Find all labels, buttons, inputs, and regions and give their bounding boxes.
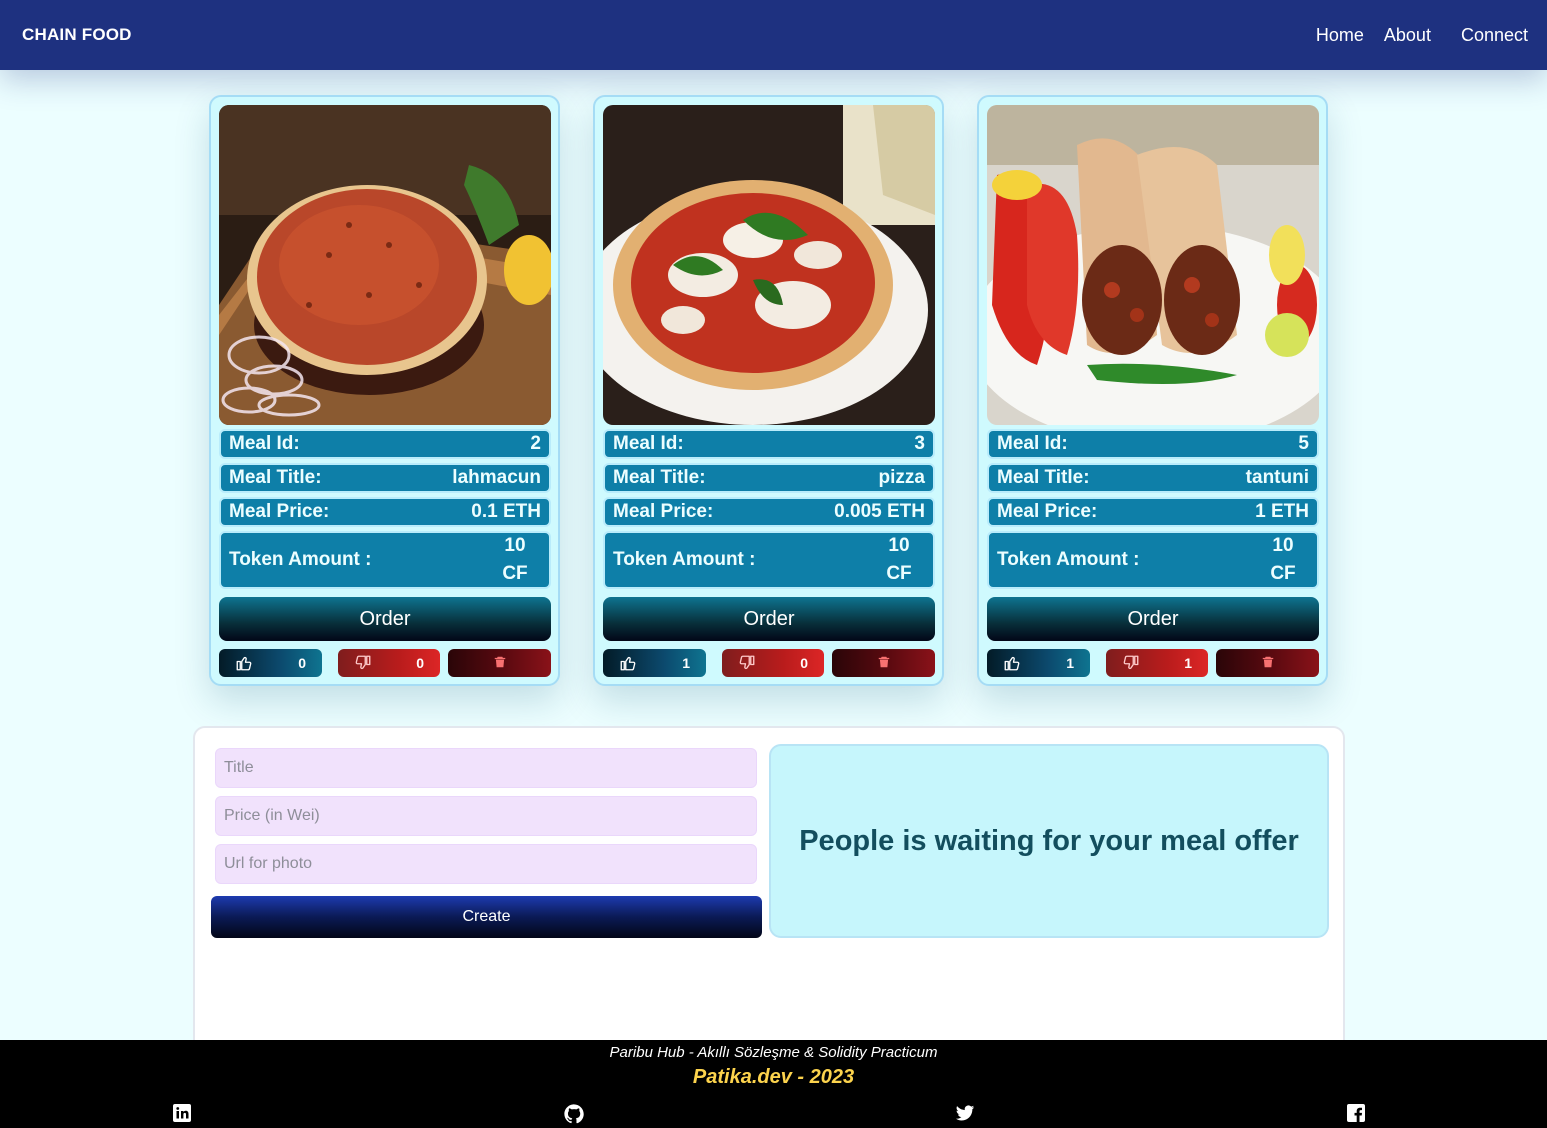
thumbs-down-icon	[736, 652, 758, 674]
create-button[interactable]: Create	[211, 896, 762, 938]
meal-title-label: Meal Title:	[229, 467, 322, 488]
token-amount-unit: CF	[502, 563, 528, 584]
like-count: 0	[298, 655, 306, 671]
meal-price-row: Meal Price: 0.005 ETH	[603, 497, 935, 527]
meal-title-row: Meal Title: tantuni	[987, 463, 1319, 493]
dislike-count: 1	[1184, 655, 1192, 671]
like-button[interactable]: 1	[987, 649, 1090, 677]
token-amount-unit: CF	[886, 563, 912, 584]
like-count: 1	[1066, 655, 1074, 671]
token-amount-label: Token Amount :	[229, 549, 372, 570]
token-amount-number: 10	[1272, 535, 1294, 556]
token-amount-row: Token Amount : 10 CF	[603, 531, 935, 589]
connect-button[interactable]: Connect	[1461, 25, 1528, 46]
tantuni-photo	[987, 105, 1319, 425]
meal-card: Meal Id: 2 Meal Title: lahmacun Meal Pri…	[209, 95, 560, 686]
dislike-button[interactable]: 1	[1106, 649, 1208, 677]
token-amount-value: 10 CF	[879, 532, 919, 588]
meal-id-row: Meal Id: 3	[603, 429, 935, 459]
meal-title-label: Meal Title:	[997, 467, 1090, 488]
delete-button[interactable]	[832, 649, 935, 677]
meal-card: Meal Id: 3 Meal Title: pizza Meal Price:…	[593, 95, 944, 686]
dislike-count: 0	[416, 655, 424, 671]
thumbs-down-icon	[352, 652, 374, 674]
meal-price-label: Meal Price:	[997, 501, 1098, 522]
github-icon[interactable]	[563, 1103, 584, 1124]
token-amount-row: Token Amount : 10 CF	[219, 531, 551, 589]
footer: Paribu Hub - Akıllı Sözleşme & Solidity …	[0, 1040, 1547, 1128]
token-amount-label: Token Amount :	[613, 549, 756, 570]
create-meal-panel: Create People is waiting for your meal o…	[193, 726, 1345, 1056]
meal-title-value: tantuni	[1245, 467, 1309, 488]
trash-icon	[1261, 655, 1275, 672]
token-amount-label: Token Amount :	[997, 549, 1140, 570]
footer-credit: Paribu Hub - Akıllı Sözleşme & Solidity …	[609, 1044, 938, 1061]
delete-button[interactable]	[448, 649, 551, 677]
linkedin-icon[interactable]	[172, 1103, 192, 1123]
meal-price-label: Meal Price:	[229, 501, 330, 522]
like-button[interactable]: 1	[603, 649, 706, 677]
token-amount-value: 10 CF	[495, 532, 535, 588]
nav-about-link[interactable]: About	[1384, 25, 1431, 46]
order-button[interactable]: Order	[219, 597, 551, 641]
footer-brand: Patika.dev - 2023	[692, 1066, 855, 1088]
meal-price-value: 0.1 ETH	[471, 501, 541, 522]
meal-id-row: Meal Id: 5	[987, 429, 1319, 459]
nav-links: Home About Connect	[1316, 25, 1528, 46]
meal-title-label: Meal Title:	[613, 467, 706, 488]
navbar: CHAIN FOOD Home About Connect	[0, 0, 1547, 70]
meal-title-value: pizza	[878, 467, 925, 488]
thumbs-down-icon	[1120, 652, 1142, 674]
meal-id-label: Meal Id:	[613, 433, 684, 454]
info-message: People is waiting for your meal offer	[799, 824, 1299, 857]
meal-id-value: 3	[914, 433, 925, 454]
meal-title-row: Meal Title: lahmacun	[219, 463, 551, 493]
meal-price-value: 1 ETH	[1255, 501, 1309, 522]
like-button[interactable]: 0	[219, 649, 322, 677]
price-input[interactable]	[215, 796, 757, 836]
token-amount-row: Token Amount : 10 CF	[987, 531, 1319, 589]
info-box: People is waiting for your meal offer	[769, 744, 1329, 938]
trash-icon	[493, 655, 507, 672]
order-button[interactable]: Order	[987, 597, 1319, 641]
meal-id-value: 5	[1298, 433, 1309, 454]
meal-title-row: Meal Title: pizza	[603, 463, 935, 493]
meal-id-label: Meal Id:	[229, 433, 300, 454]
meal-price-row: Meal Price: 0.1 ETH	[219, 497, 551, 527]
brand-logo[interactable]: CHAIN FOOD	[22, 25, 132, 45]
token-amount-number: 10	[504, 535, 526, 556]
meal-card: Meal Id: 5 Meal Title: tantuni Meal Pric…	[977, 95, 1328, 686]
pizza-photo	[603, 105, 935, 425]
meal-price-row: Meal Price: 1 ETH	[987, 497, 1319, 527]
meal-id-label: Meal Id:	[997, 433, 1068, 454]
dislike-button[interactable]: 0	[338, 649, 440, 677]
thumbs-up-icon	[617, 652, 639, 674]
trash-icon	[877, 655, 891, 672]
nav-home-link[interactable]: Home	[1316, 25, 1364, 46]
order-button[interactable]: Order	[603, 597, 935, 641]
delete-button[interactable]	[1216, 649, 1319, 677]
lahmacun-photo	[219, 105, 551, 425]
dislike-button[interactable]: 0	[722, 649, 824, 677]
meal-price-label: Meal Price:	[613, 501, 714, 522]
thumbs-up-icon	[233, 652, 255, 674]
twitter-icon[interactable]	[955, 1103, 975, 1123]
token-amount-number: 10	[888, 535, 910, 556]
dislike-count: 0	[800, 655, 808, 671]
meal-id-value: 2	[530, 433, 541, 454]
token-amount-value: 10 CF	[1263, 532, 1303, 588]
token-amount-unit: CF	[1270, 563, 1296, 584]
like-count: 1	[682, 655, 690, 671]
title-input[interactable]	[215, 748, 757, 788]
facebook-icon[interactable]	[1346, 1103, 1366, 1123]
meal-title-value: lahmacun	[452, 467, 541, 488]
photo-url-input[interactable]	[215, 844, 757, 884]
meal-id-row: Meal Id: 2	[219, 429, 551, 459]
thumbs-up-icon	[1001, 652, 1023, 674]
meal-price-value: 0.005 ETH	[834, 501, 925, 522]
